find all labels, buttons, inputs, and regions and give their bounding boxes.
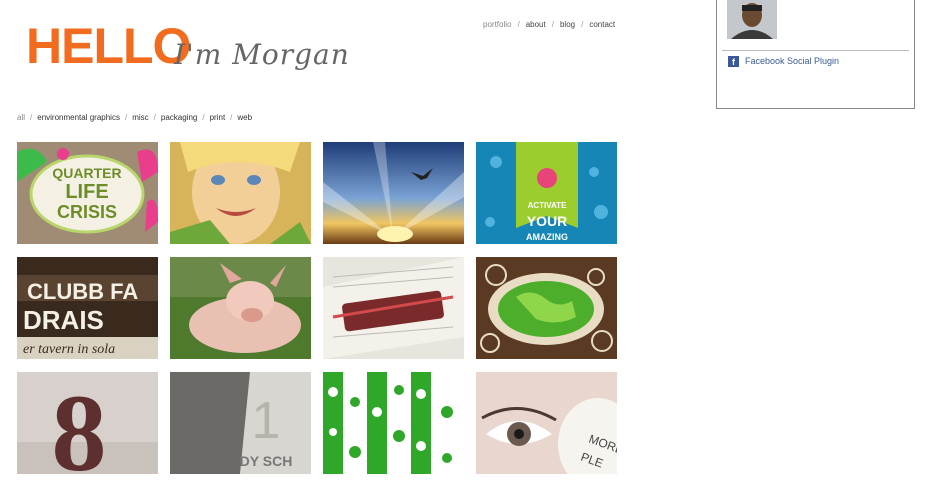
filter-packaging[interactable]: packaging [161,113,197,122]
facebook-plugin-label: Facebook Social Plugin [745,56,840,66]
tile-text-eight: 8 [52,372,107,474]
tile-text-clubb: CLUBB FA [27,279,138,304]
tile-text-one: 1 [252,392,281,450]
nav-blog[interactable]: blog [560,20,575,29]
facebook-icon: f [728,56,739,67]
tile-quarter-life-crisis[interactable]: QUARTER LIFE CRISIS [17,142,158,244]
filter-misc[interactable]: misc [132,113,148,122]
tile-wedding-invitation[interactable] [323,257,464,359]
tile-text-amazing: AMAZING [526,232,568,242]
filter-print[interactable]: print [210,113,226,122]
tile-sunset-sky[interactable] [323,142,464,244]
tile-text-drais: DRAIS [23,305,104,335]
tile-text-quarter: QUARTER [52,165,121,181]
tile-number-1-sign[interactable]: 1 DY SCH [170,372,311,474]
filter-all[interactable]: all [17,113,25,122]
tile-text-your: YOUR [527,213,567,229]
nav-about[interactable]: about [526,20,546,29]
facebook-plugin-link[interactable]: f Facebook Social Plugin [728,56,839,67]
filter-web[interactable]: web [237,113,252,122]
logo-hello: HELLO [26,18,191,74]
tile-green-globe[interactable] [476,257,617,359]
tile-number-8-sign[interactable]: 8 [17,372,158,474]
main-nav: portfolio / about / blog / contact [483,20,616,29]
tile-clubb-fundraiser[interactable]: CLUBB FA DRAIS er tavern in sola [17,257,158,359]
nav-contact[interactable]: contact [589,20,615,29]
filter-environmental-graphics[interactable]: environmental graphics [37,113,120,122]
nav-portfolio[interactable]: portfolio [483,20,511,29]
facebook-plugin-box: f Facebook Social Plugin [716,0,915,109]
tile-smiling-girl[interactable] [170,142,311,244]
tile-green-pattern[interactable] [323,372,464,474]
portfolio-filter-nav: all / environmental graphics / misc / packagin… [17,113,253,122]
tile-pig-on-grass[interactable] [170,257,311,359]
divider [722,50,909,51]
avatar[interactable] [727,0,777,39]
tile-text-tavern: er tavern in sola [23,342,115,357]
tile-activate-your-amazing[interactable]: ACTIVATE YOUR AMAZING [476,142,617,244]
tile-text-school: DY SCH [240,453,293,469]
logo-name: I'm Morgan [174,38,350,71]
tile-eye-with-mug[interactable]: MORE PLE [476,372,617,474]
tile-text-crisis: CRISIS [57,202,117,222]
tile-text-life: LIFE [65,181,108,203]
tile-text-activate: ACTIVATE [528,201,567,210]
